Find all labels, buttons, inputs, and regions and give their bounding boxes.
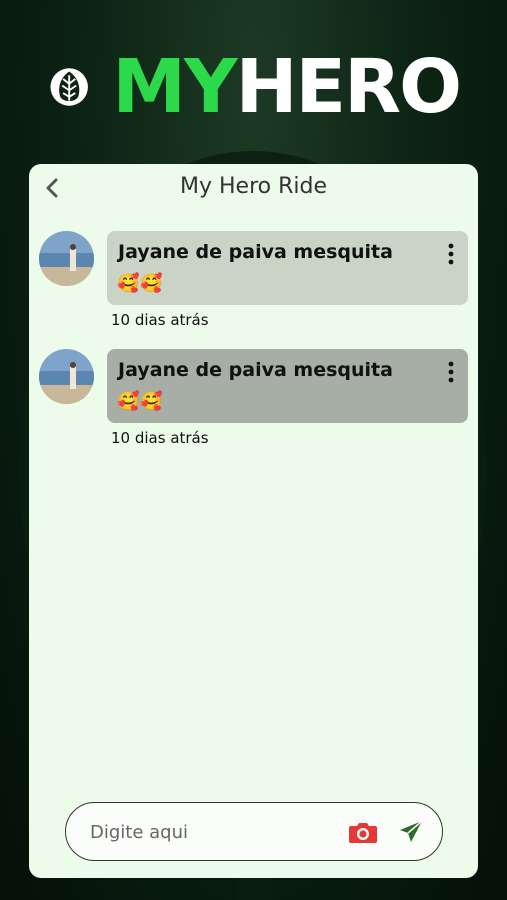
message-text: 🥰🥰 — [117, 391, 164, 412]
message-author: Jayane de paiva mesquita — [118, 241, 393, 263]
message-author: Jayane de paiva mesquita — [118, 359, 393, 381]
message-timestamp: 10 dias atrás — [111, 429, 209, 447]
page-title: My Hero Ride — [180, 174, 327, 199]
message-input[interactable] — [88, 817, 342, 847]
camera-icon[interactable] — [348, 820, 378, 844]
avatar[interactable] — [39, 231, 94, 286]
message-bubble: Jayane de paiva mesquita 🥰🥰 — [107, 349, 468, 423]
chat-card: My Hero Ride Jayane de paiva mesquita 🥰🥰… — [29, 164, 478, 878]
message-bubble: Jayane de paiva mesquita 🥰🥰 — [107, 231, 468, 305]
more-vertical-icon[interactable] — [446, 361, 456, 383]
brand-logo: MYHERO — [50, 44, 462, 130]
avatar[interactable] — [39, 349, 94, 404]
send-icon[interactable] — [398, 819, 424, 845]
more-vertical-icon[interactable] — [446, 243, 456, 265]
leaf-logo-icon — [50, 68, 88, 106]
message-timestamp: 10 dias atrás — [111, 311, 209, 329]
brand-part-hero: HERO — [235, 44, 462, 130]
message-composer — [65, 802, 443, 861]
message-text: 🥰🥰 — [117, 273, 164, 294]
brand-part-my: MY — [112, 44, 237, 130]
brand-wordmark: MYHERO — [112, 50, 462, 124]
